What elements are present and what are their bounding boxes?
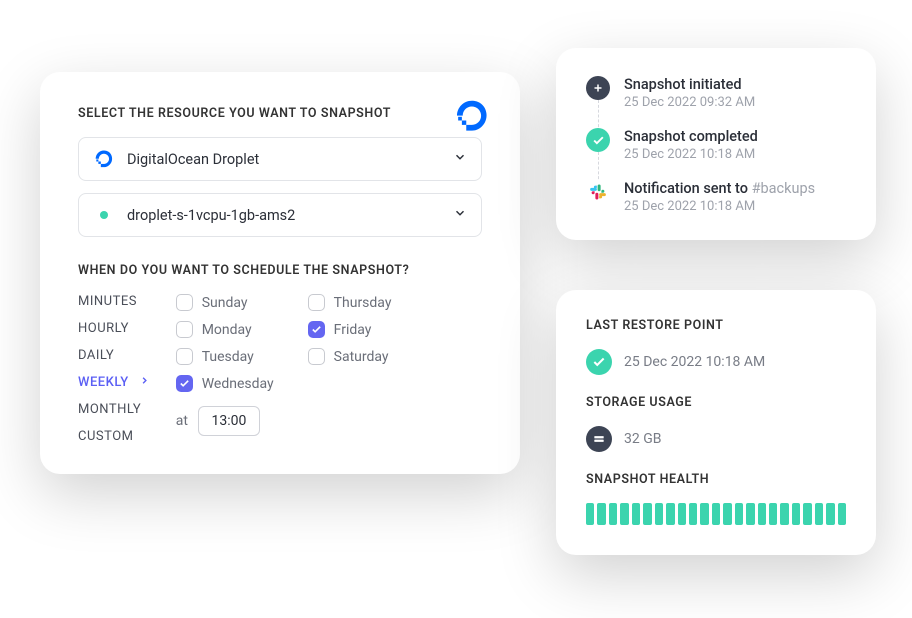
health-segment: [769, 503, 777, 525]
provider-label: DigitalOcean Droplet: [127, 151, 259, 168]
restore-timestamp: 25 Dec 2022 10:18 AM: [624, 354, 765, 370]
checkbox-unchecked-icon: [176, 348, 193, 365]
status-dot-icon: [93, 204, 115, 226]
health-segment: [746, 503, 754, 525]
day-selector: Sunday Monday Tuesday Wednesday: [176, 294, 392, 392]
disk-icon: [586, 426, 612, 452]
instance-select[interactable]: droplet-s-1vcpu-1gb-ams2: [78, 193, 482, 237]
health-segment: [666, 503, 674, 525]
notification-text: Notification sent to: [624, 180, 752, 197]
health-segment: [609, 503, 617, 525]
storage-value: 32 GB: [624, 431, 661, 447]
health-segment: [735, 503, 743, 525]
time-input[interactable]: [198, 406, 260, 436]
health-segment: [655, 503, 663, 525]
day-thursday[interactable]: Thursday: [308, 294, 392, 311]
day-label: Tuesday: [202, 349, 254, 365]
freq-weekly[interactable]: WEEKLY: [78, 375, 150, 390]
health-segment: [632, 503, 640, 525]
day-wednesday[interactable]: Wednesday: [176, 375, 274, 392]
day-label: Monday: [202, 322, 252, 338]
slack-icon: [586, 180, 610, 204]
day-monday[interactable]: Monday: [176, 321, 274, 338]
health-segment: [826, 503, 834, 525]
storage-usage-section: STORAGE USAGE 32 GB: [586, 395, 846, 452]
at-label: at: [176, 413, 188, 429]
check-icon: [586, 349, 612, 375]
freq-minutes[interactable]: MINUTES: [78, 294, 150, 309]
health-segment: [803, 503, 811, 525]
health-segment: [723, 503, 731, 525]
schedule-heading: WHEN DO YOU WANT TO SCHEDULE THE SNAPSHO…: [78, 263, 482, 278]
health-segment: [678, 503, 686, 525]
timeline-title: Snapshot initiated: [624, 76, 846, 93]
checkbox-unchecked-icon: [308, 294, 325, 311]
health-segment: [780, 503, 788, 525]
snapshot-health-section: SNAPSHOT HEALTH: [586, 472, 846, 525]
snapshot-config-card: SELECT THE RESOURCE YOU WANT TO SNAPSHOT…: [40, 72, 520, 474]
timeline-title: Notification sent to #backups: [624, 180, 846, 197]
frequency-list: MINUTES HOURLY DAILY WEEKLY MONTHLY CUST…: [78, 294, 150, 444]
schedule-config: MINUTES HOURLY DAILY WEEKLY MONTHLY CUST…: [78, 294, 482, 444]
health-heading: SNAPSHOT HEALTH: [586, 472, 846, 487]
provider-select[interactable]: DigitalOcean Droplet: [78, 137, 482, 181]
health-segment: [758, 503, 766, 525]
day-label: Saturday: [334, 349, 389, 365]
health-segment: [597, 503, 605, 525]
chevron-down-icon: [453, 150, 467, 168]
day-sunday[interactable]: Sunday: [176, 294, 274, 311]
chevron-right-icon: [139, 375, 150, 390]
health-segment: [838, 503, 846, 525]
timeline-item-initiated: Snapshot initiated 25 Dec 2022 09:32 AM: [586, 76, 846, 110]
storage-heading: STORAGE USAGE: [586, 395, 846, 410]
timeline-title: Snapshot completed: [624, 128, 846, 145]
status-summary-card: LAST RESTORE POINT 25 Dec 2022 10:18 AM …: [556, 290, 876, 555]
timeline-timestamp: 25 Dec 2022 10:18 AM: [624, 147, 846, 162]
freq-monthly[interactable]: MONTHLY: [78, 402, 150, 417]
health-segment: [700, 503, 708, 525]
digitalocean-icon: [93, 148, 115, 170]
health-segment: [792, 503, 800, 525]
instance-label: droplet-s-1vcpu-1gb-ams2: [127, 207, 295, 224]
health-segment: [815, 503, 823, 525]
restore-point-section: LAST RESTORE POINT 25 Dec 2022 10:18 AM: [586, 318, 846, 375]
freq-custom[interactable]: CUSTOM: [78, 429, 150, 444]
days-and-time: Sunday Monday Tuesday Wednesday: [176, 294, 392, 444]
checkbox-unchecked-icon: [308, 348, 325, 365]
day-label: Thursday: [334, 295, 392, 311]
day-saturday[interactable]: Saturday: [308, 348, 392, 365]
activity-timeline-card: Snapshot initiated 25 Dec 2022 09:32 AM …: [556, 48, 876, 240]
freq-daily[interactable]: DAILY: [78, 348, 150, 363]
day-label: Sunday: [202, 295, 248, 311]
timeline-timestamp: 25 Dec 2022 09:32 AM: [624, 95, 846, 110]
timeline-item-completed: Snapshot completed 25 Dec 2022 10:18 AM: [586, 128, 846, 162]
checkbox-checked-icon: [176, 375, 193, 392]
plus-icon: [586, 76, 610, 100]
checkbox-unchecked-icon: [176, 294, 193, 311]
chevron-down-icon: [453, 206, 467, 224]
day-friday[interactable]: Friday: [308, 321, 392, 338]
health-bar: [586, 503, 846, 525]
checkbox-checked-icon: [308, 321, 325, 338]
timeline-item-notification: Notification sent to #backups 25 Dec 202…: [586, 180, 846, 214]
time-picker-row: at: [176, 406, 392, 436]
resource-heading: SELECT THE RESOURCE YOU WANT TO SNAPSHOT: [78, 106, 482, 121]
health-segment: [620, 503, 628, 525]
check-icon: [586, 128, 610, 152]
freq-weekly-label: WEEKLY: [78, 375, 129, 390]
health-segment: [689, 503, 697, 525]
health-segment: [712, 503, 720, 525]
notification-channel: #backups: [752, 180, 816, 197]
restore-heading: LAST RESTORE POINT: [586, 318, 846, 333]
day-label: Friday: [334, 322, 372, 338]
timeline-timestamp: 25 Dec 2022 10:18 AM: [624, 199, 846, 214]
health-segment: [643, 503, 651, 525]
checkbox-unchecked-icon: [176, 321, 193, 338]
day-label: Wednesday: [202, 376, 274, 392]
digitalocean-logo-icon: [454, 98, 490, 138]
health-segment: [586, 503, 594, 525]
day-tuesday[interactable]: Tuesday: [176, 348, 274, 365]
freq-hourly[interactable]: HOURLY: [78, 321, 150, 336]
